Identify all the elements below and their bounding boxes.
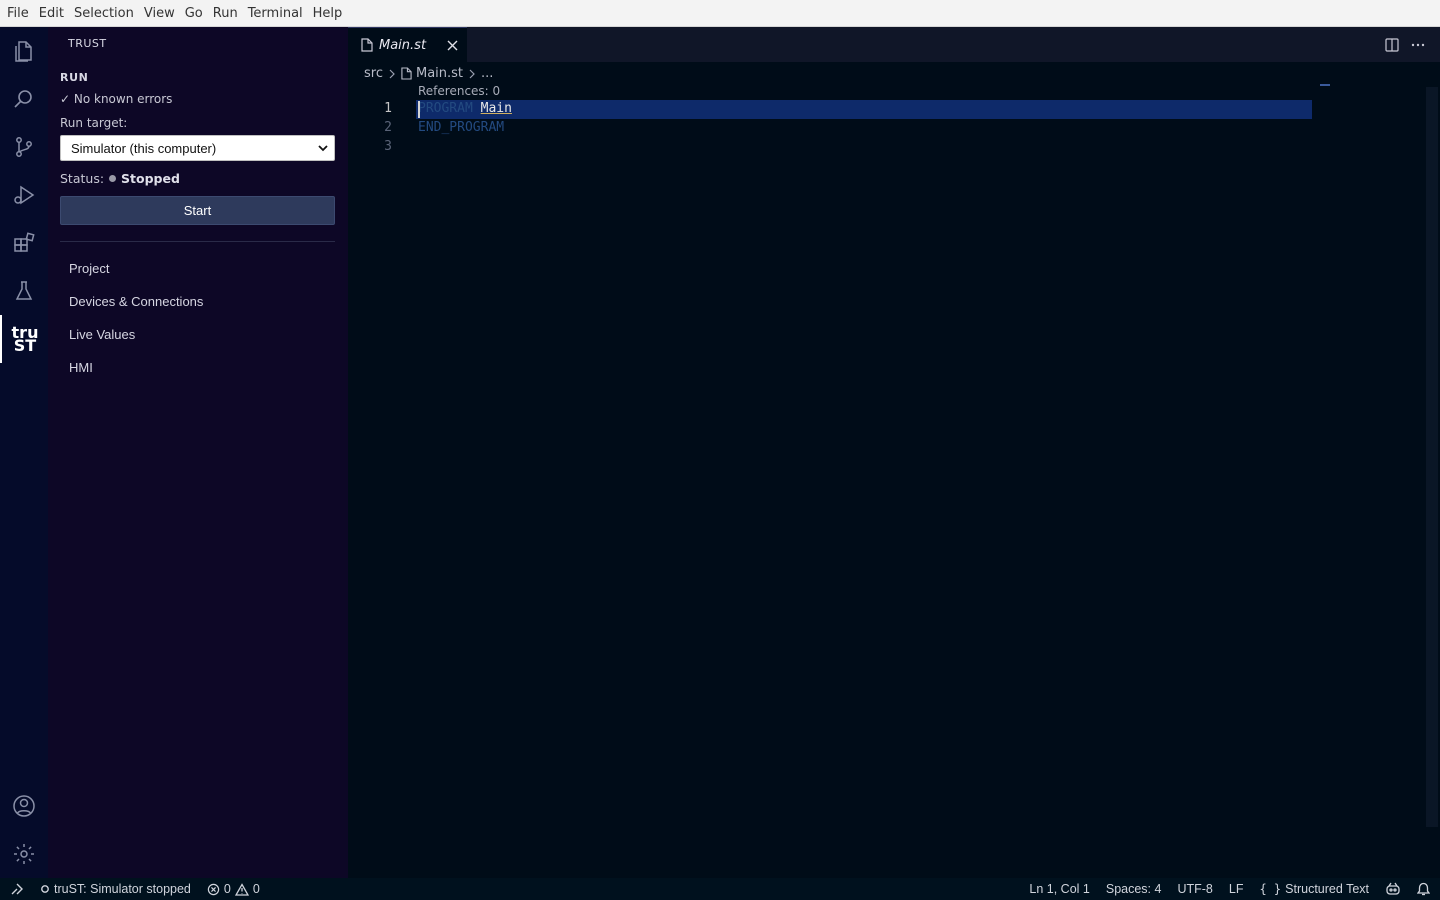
sidebar-title: TRUST (68, 37, 107, 50)
error-check-status: ✓ No known errors (60, 92, 173, 106)
search-button[interactable] (0, 75, 48, 123)
editor-actions (1384, 37, 1426, 53)
settings-gear-icon (14, 844, 34, 864)
menu-view[interactable]: View (139, 0, 180, 27)
warning-count: 0 (252, 882, 260, 896)
status-bar: truST: Simulator stopped 0 0 Ln 1, Col 1… (0, 878, 1440, 900)
current-line-highlight (416, 100, 1312, 119)
status-label: Status: (60, 171, 105, 186)
nav-hmi[interactable]: HMI (69, 360, 93, 375)
start-button[interactable]: Start (60, 196, 335, 225)
breadcrumb-src[interactable]: src (364, 66, 383, 81)
end-of-line[interactable]: LF (1221, 878, 1252, 900)
chevron-right-icon (469, 69, 475, 78)
nav-project[interactable]: Project (69, 261, 109, 276)
file-icon (361, 38, 373, 52)
manage-button[interactable] (0, 830, 48, 878)
accounts-button[interactable] (0, 782, 48, 830)
extensions-icon (14, 232, 35, 252)
code-line[interactable]: PROGRAM Main (418, 101, 512, 116)
testing-icon (15, 281, 33, 300)
indentation[interactable]: Spaces: 4 (1098, 878, 1170, 900)
status-value: Stopped (121, 171, 180, 186)
menu-selection[interactable]: Selection (69, 0, 139, 27)
files-icon (15, 41, 32, 62)
menu-run[interactable]: Run (208, 0, 243, 27)
remote-indicator[interactable] (0, 878, 32, 900)
copilot-icon (1386, 882, 1400, 895)
run-debug-icon (14, 185, 35, 205)
breadcrumb-file[interactable]: Main.st (416, 66, 463, 81)
trust-logo-line2: ST (13, 336, 37, 355)
braces-icon: { } (1259, 882, 1282, 896)
problems-indicator[interactable]: 0 0 (199, 878, 268, 900)
trust-sidebar: TRUST RUN ✓ No known errors Run target: … (48, 27, 348, 878)
menu-file[interactable]: File (2, 0, 34, 27)
menu-help[interactable]: Help (308, 0, 348, 27)
trust-extension-button[interactable]: tru ST (0, 315, 48, 363)
run-target-label: Run target: (60, 116, 128, 130)
simulator-status-text: truST: Simulator stopped (54, 882, 191, 896)
code-keyword: END_PROGRAM (418, 120, 505, 135)
encoding[interactable]: UTF-8 (1169, 878, 1220, 900)
editor-area: Main.st src Main.st ... References: 0 1 … (348, 27, 1440, 878)
menu-edit[interactable]: Edit (34, 0, 69, 27)
chevron-right-icon (389, 69, 395, 78)
language-label: Structured Text (1285, 882, 1369, 896)
run-target-select[interactable]: Simulator (this computer) (60, 135, 335, 161)
source-control-icon (16, 137, 32, 157)
status-bar-right: Ln 1, Col 1 Spaces: 4 UTF-8 LF { } Struc… (1021, 878, 1440, 900)
account-icon (13, 795, 35, 817)
warning-icon (234, 882, 249, 896)
error-count: 0 (223, 882, 231, 896)
more-actions-icon[interactable] (1410, 37, 1426, 53)
run-status: Status: Stopped (60, 171, 180, 186)
tab-main-st[interactable]: Main.st (348, 27, 467, 62)
nav-live-values[interactable]: Live Values (69, 327, 135, 342)
references-codelens[interactable]: References: 0 (418, 84, 500, 98)
chevron-down-icon (318, 145, 328, 152)
line-number: 2 (384, 120, 392, 135)
search-icon (14, 90, 32, 108)
breadcrumb-symbols[interactable]: ... (481, 66, 493, 81)
menu-go[interactable]: Go (180, 0, 208, 27)
nav-devices-connections[interactable]: Devices & Connections (69, 294, 203, 309)
run-target-value: Simulator (this computer) (71, 140, 217, 156)
file-icon (401, 67, 412, 80)
status-dot-icon (109, 175, 117, 182)
bell-icon (1417, 882, 1430, 896)
error-icon (207, 883, 220, 895)
close-icon[interactable] (446, 39, 459, 52)
activity-bar: tru ST (0, 27, 48, 878)
testing-button[interactable] (0, 267, 48, 315)
remote-icon (11, 883, 23, 895)
run-section-header[interactable]: RUN (60, 71, 88, 84)
code-keyword: PROGRAM (418, 101, 473, 116)
menu-bar: File Edit Selection View Go Run Terminal… (0, 0, 1440, 27)
tab-label: Main.st (379, 37, 427, 53)
menu-terminal[interactable]: Terminal (243, 0, 308, 27)
trust-extension-icon: tru ST (12, 325, 39, 355)
language-mode[interactable]: { } Structured Text (1251, 878, 1377, 900)
split-editor-icon[interactable] (1384, 37, 1400, 53)
text-cursor (418, 101, 420, 118)
sidebar-divider (60, 241, 335, 242)
tab-bar: Main.st (348, 27, 1440, 62)
code-line[interactable]: END_PROGRAM (418, 120, 504, 135)
simulator-status[interactable]: truST: Simulator stopped (32, 878, 199, 900)
notifications[interactable] (1409, 878, 1440, 900)
source-control-button[interactable] (0, 123, 48, 171)
code-identifier: Main (480, 101, 512, 116)
cursor-position[interactable]: Ln 1, Col 1 (1021, 878, 1097, 900)
breadcrumb: src Main.st ... (364, 66, 493, 81)
vertical-scrollbar[interactable] (1426, 87, 1438, 827)
line-number: 1 (384, 101, 392, 116)
copilot-status[interactable] (1377, 878, 1409, 900)
extensions-button[interactable] (0, 219, 48, 267)
circle-icon (41, 885, 49, 893)
run-debug-button[interactable] (0, 171, 48, 219)
minimap-marker (1320, 84, 1330, 86)
explorer-button[interactable] (0, 27, 48, 75)
line-number: 3 (384, 139, 392, 154)
